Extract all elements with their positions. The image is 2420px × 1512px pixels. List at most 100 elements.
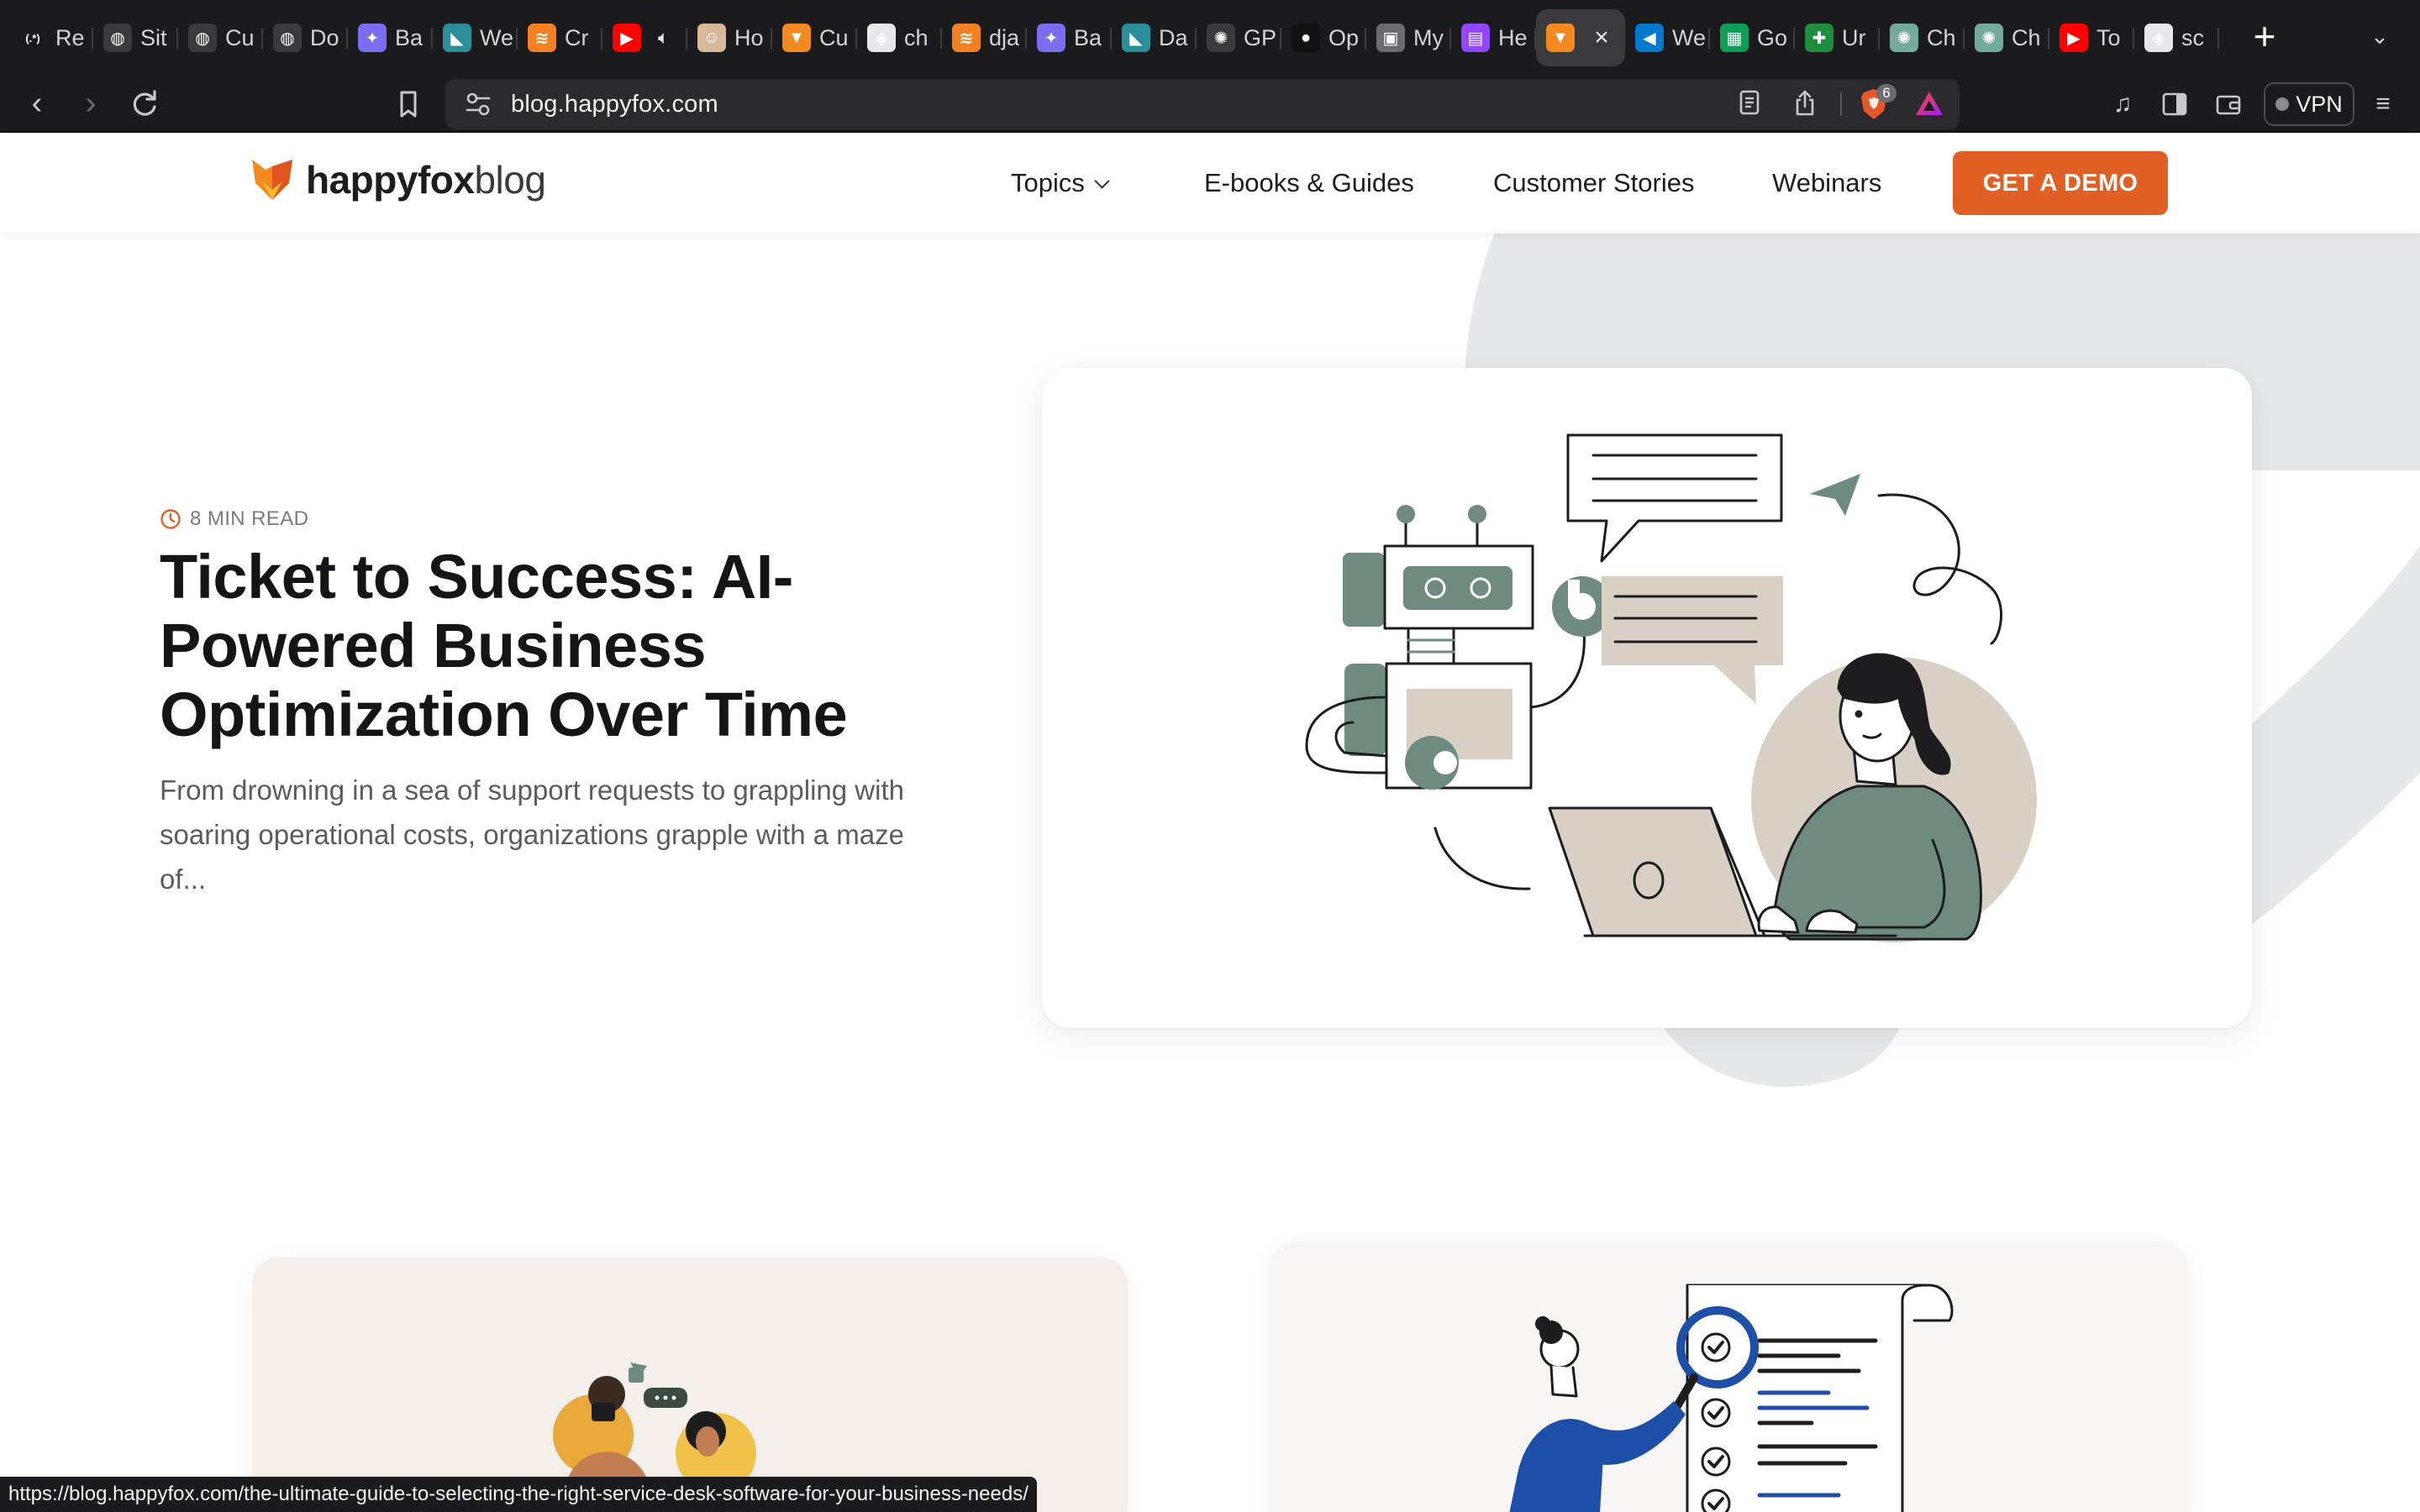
address-bar[interactable]: blog.happyfox.com 6: [445, 79, 1960, 129]
reader-mode-icon[interactable]: [1734, 89, 1765, 119]
openai-icon: ✺: [1975, 24, 2003, 52]
globe-icon: ◍: [103, 24, 132, 52]
browser-tab[interactable]: ▦ Go: [1710, 9, 1795, 66]
ai-support-illustration: [1305, 433, 2037, 942]
browser-tab-label: sc: [2181, 24, 2204, 50]
wallet-icon[interactable]: [2210, 86, 2247, 123]
browser-tab[interactable]: ▶ To: [2049, 9, 2134, 66]
article-card[interactable]: [1269, 1242, 2188, 1512]
happyfox-icon: ▼: [1546, 24, 1575, 52]
browser-tab[interactable]: ✺ Ch: [1965, 9, 2049, 66]
browser-tab[interactable]: ✺ GP: [1197, 9, 1281, 66]
browser-tab[interactable]: ◈ ch: [857, 9, 942, 66]
nav-webinars[interactable]: Webinars: [1772, 168, 1881, 198]
happyfox-icon: ▼: [782, 24, 811, 52]
browser-tab[interactable]: ✦ Ba: [348, 9, 433, 66]
share-icon[interactable]: [1790, 89, 1820, 119]
brave-search-icon: ◈: [867, 24, 896, 52]
url-text[interactable]: blog.happyfox.com: [511, 91, 718, 118]
browser-tab[interactable]: ◈ sc: [2134, 9, 2219, 66]
browser-tab-label: GP: [1244, 24, 1277, 50]
browser-tab[interactable]: ✺ Ch: [1880, 9, 1965, 66]
browser-tab-label: He: [1498, 24, 1528, 50]
browser-tab[interactable]: ▼ Cu: [772, 9, 857, 66]
featured-article-card[interactable]: [1042, 368, 2252, 1028]
avatar-icon: ☺: [697, 24, 726, 52]
nav-customer-stories[interactable]: Customer Stories: [1493, 168, 1694, 198]
youtube-icon: ▶: [613, 24, 641, 52]
browser-tab[interactable]: ▶ 🔈︎: [602, 9, 687, 66]
browser-tab[interactable]: ◍ Do: [263, 9, 348, 66]
browser-tab-label: To: [2096, 24, 2121, 50]
browser-tab[interactable]: ▣ My: [1366, 9, 1451, 66]
reload-button[interactable]: [124, 84, 165, 124]
browser-tab-label: We: [480, 24, 514, 50]
brave-search-icon: ◈: [2144, 24, 2173, 52]
youtube-icon: ▶: [2060, 24, 2088, 52]
globe-icon: ◍: [188, 24, 217, 52]
shields-count-badge: 6: [1876, 84, 1897, 102]
browser-tab[interactable]: ◍ Sit: [93, 9, 178, 66]
browser-tab-label: Ch: [1927, 24, 1956, 50]
happyfox-logo-icon: [252, 160, 292, 200]
nav-ebooks-guides[interactable]: E-books & Guides: [1204, 168, 1414, 198]
site-settings-icon[interactable]: [464, 91, 492, 118]
browser-tab[interactable]: ◍ Cu: [178, 9, 263, 66]
browser-tab-label: Cu: [819, 24, 849, 50]
globe-icon: ◍: [273, 24, 302, 52]
forward-button[interactable]: ›: [71, 84, 111, 124]
address-bar-divider: [1840, 92, 1842, 116]
tab-list-chevron-icon[interactable]: ⌄: [2365, 24, 2395, 54]
browser-tab[interactable]: ≋ Cr: [518, 9, 602, 66]
media-music-icon[interactable]: ♫: [2104, 86, 2141, 123]
browser-tab[interactable]: ▤ He: [1451, 9, 1536, 66]
browser-tab-label: Ba: [395, 24, 424, 50]
browser-tab[interactable]: ✚ Ur: [1795, 9, 1880, 66]
vscode-icon: ◀: [1635, 24, 1664, 52]
audio-playing-icon[interactable]: 🔈︎: [658, 27, 669, 49]
happyfox-blog-logo[interactable]: happyfoxblog: [250, 156, 546, 203]
bird-icon: ◣: [1122, 24, 1150, 52]
logo-brand: happyfox: [306, 158, 475, 202]
chevron-down-icon: [1094, 172, 1110, 189]
browser-tab-label: Ho: [734, 24, 764, 50]
browser-tab-label: Ba: [1074, 24, 1102, 50]
tab-strip: (.*) Re ◍ Sit ◍ Cu ◍ Do ✦ Ba ◣ We ≋ Cr ▶ 🔈︎ ☺ Ho ▼ Cu ◈ ch ≋ dj…: [0, 0, 2420, 76]
browser-tab-label: ch: [904, 24, 929, 50]
browser-tab-label: Op: [1328, 24, 1360, 50]
menu-hamburger-icon[interactable]: ≡: [2365, 86, 2402, 123]
browser-tab-label: Cr: [565, 24, 589, 50]
browser-tab-label: Do: [310, 24, 339, 50]
openai-icon: ✺: [1207, 24, 1235, 52]
close-tab-icon[interactable]: ×: [1590, 25, 1613, 50]
vpn-button[interactable]: VPN: [2264, 82, 2354, 126]
browser-tab[interactable]: ◀ We: [1625, 9, 1710, 66]
openai-icon: ✺: [1890, 24, 1918, 52]
nav-topics[interactable]: Topics: [1011, 168, 1110, 198]
new-tab-button[interactable]: +: [2245, 17, 2284, 57]
browser-tab[interactable]: ● Op: [1281, 9, 1366, 66]
lock-icon: ▣: [1376, 24, 1405, 52]
browser-tab[interactable]: ▼ ×: [1536, 9, 1625, 66]
browser-tab[interactable]: (.*) Re: [8, 9, 93, 66]
browser-tab[interactable]: ✦ Ba: [1027, 9, 1112, 66]
browser-tab-label: Re: [55, 24, 85, 50]
browser-tab[interactable]: ◣ We: [433, 9, 518, 66]
browser-tab[interactable]: ◣ Da: [1112, 9, 1197, 66]
back-button[interactable]: ‹: [17, 84, 57, 124]
bookmark-icon[interactable]: [392, 86, 425, 123]
article-title[interactable]: Ticket to Success: AI-Powered Business O…: [160, 543, 916, 749]
browser-tab[interactable]: ☺ Ho: [687, 9, 772, 66]
sparkle-icon: ✦: [358, 24, 387, 52]
vpn-status-icon: [2275, 97, 2290, 111]
browser-tab[interactable]: ≋ dja: [942, 9, 1027, 66]
logo-suffix: blog: [474, 158, 546, 202]
vpn-label: VPN: [2296, 91, 2343, 117]
get-a-demo-button[interactable]: GET A DEMO: [1953, 151, 2168, 215]
browser-tab-label: We: [1672, 24, 1707, 50]
browser-tab-label: Sit: [140, 24, 167, 50]
status-bar-link-preview: https://blog.happyfox.com/the-ultimate-g…: [0, 1477, 1037, 1512]
sidebar-toggle-icon[interactable]: [2156, 86, 2193, 123]
brave-rewards-icon[interactable]: [1912, 87, 1946, 121]
article-card[interactable]: [252, 1257, 1128, 1512]
